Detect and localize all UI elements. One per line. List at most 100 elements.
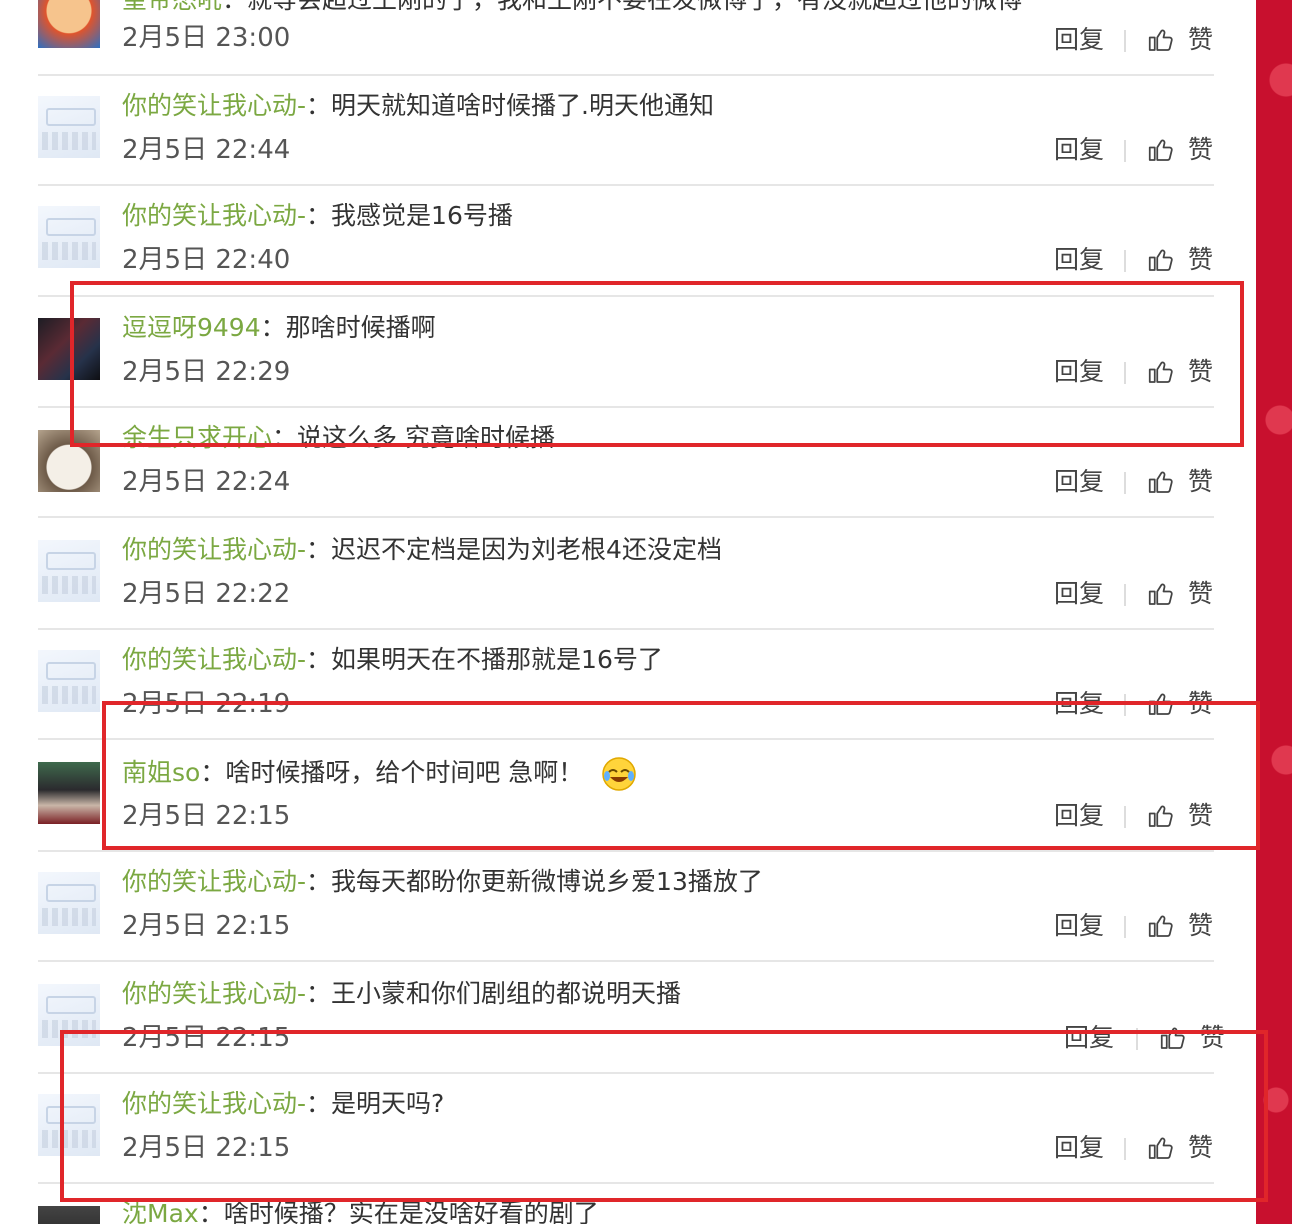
comment-text: 啥时候播呀，给个时间吧 急啊！ [225,758,584,787]
reply-button[interactable]: 回复 [1054,800,1104,832]
thumbs-up-icon [1148,805,1173,827]
girl-avatar[interactable] [38,762,100,824]
comment-username[interactable]: 你的笑让我心动- [122,979,306,1008]
like-label: 赞 [1188,801,1214,830]
comment-text: 啥时候播？实在是没啥好看的剧了 [223,1199,599,1224]
fan-avatar[interactable] [38,650,100,712]
reply-button[interactable]: 回复 [1054,134,1104,166]
reply-button[interactable]: 回复 [1054,910,1104,942]
comment-username[interactable]: 你的笑让我心动- [122,91,306,120]
like-button[interactable]: 赞 [1146,910,1213,942]
like-label: 赞 [1188,911,1214,940]
comment-time: 2月5日 22:24 [122,467,291,497]
cartoon-avatar[interactable] [38,0,100,48]
reply-button[interactable]: 回复 [1054,688,1104,720]
comment-text: 是明天吗? [331,1089,445,1118]
comment-time: 2月5日 22:19 [122,689,291,719]
like-button[interactable]: 赞 [1146,1132,1213,1164]
fan-avatar[interactable] [38,206,100,268]
comment-username[interactable]: 你的笑让我心动- [122,201,306,230]
divider [38,850,1214,852]
comment-text: 王小蒙和你们剧组的都说明天播 [331,979,682,1008]
divider [38,1072,1214,1074]
comment-text: 说这么多 究竟啥时候播 [297,423,555,452]
like-button[interactable]: 赞 [1146,24,1213,56]
comment-text: 我每天都盼你更新微博说乡爱13播放了 [331,867,763,896]
cat-avatar[interactable] [38,430,100,492]
fan-avatar[interactable] [38,1094,100,1156]
reply-button[interactable]: 回复 [1054,356,1104,388]
action-divider [1124,1138,1126,1160]
reply-button[interactable]: 回复 [1054,1132,1104,1164]
comment-time: 2月5日 22:15 [122,1023,291,1053]
action-divider [1124,916,1126,938]
fan-avatar[interactable] [38,540,100,602]
like-button[interactable]: 赞 [1158,1022,1225,1054]
divider [38,295,1214,297]
reply-button[interactable]: 回复 [1054,24,1104,56]
like-button[interactable]: 赞 [1146,466,1213,498]
divider [38,406,1214,408]
fan-avatar[interactable] [38,984,100,1046]
action-divider [1124,472,1126,494]
action-divider [1124,362,1126,384]
reply-button[interactable]: 回复 [1054,244,1104,276]
like-button[interactable]: 赞 [1146,356,1213,388]
comment-text: 就等会超过王刚的了，我和王刚不要在发微博了，有没就超过他的微博 [247,0,1022,14]
comment-time: 2月5日 22:15 [122,1133,291,1163]
action-divider [1124,694,1126,716]
comment-text: 我感觉是16号播 [331,201,513,230]
thumbs-up-icon [1148,139,1173,161]
divider [38,960,1214,962]
thumbs-up-icon [1148,361,1173,383]
reply-button[interactable]: 回复 [1064,1022,1114,1054]
comment-username[interactable]: 南姐so [122,758,200,787]
comment-text: 迟迟不定档是因为刘老根4还没定档 [331,535,722,564]
like-label: 赞 [1188,357,1214,386]
fan-avatar[interactable] [38,872,100,934]
like-button[interactable]: 赞 [1146,800,1213,832]
like-label: 赞 [1188,689,1214,718]
thumbs-up-icon [1148,693,1173,715]
thumbs-up-icon [1148,583,1173,605]
fan-avatar[interactable] [38,96,100,158]
comment-username[interactable]: 余生只求开心 [122,423,272,452]
action-divider [1124,140,1126,162]
laughing-crying-emoji-icon [602,757,636,791]
comment-username[interactable]: 你的笑让我心动- [122,535,306,564]
reply-button[interactable]: 回复 [1054,466,1104,498]
like-label: 赞 [1188,135,1214,164]
like-label: 赞 [1200,1023,1226,1052]
thumbs-up-icon [1148,249,1173,271]
like-button[interactable]: 赞 [1146,578,1213,610]
dim-avatar[interactable] [38,1206,100,1224]
like-label: 赞 [1188,1133,1214,1162]
thumbs-up-icon [1148,29,1173,51]
divider [38,738,1214,740]
page-background-decoration [1256,0,1292,1224]
reply-button[interactable]: 回复 [1054,578,1104,610]
divider [38,1182,1214,1184]
like-button[interactable]: 赞 [1146,134,1213,166]
comment-username[interactable]: 你的笑让我心动- [122,645,306,674]
like-button[interactable]: 赞 [1146,688,1213,720]
action-divider [1124,30,1126,52]
divider [38,516,1214,518]
divider [38,628,1214,630]
comment-username[interactable]: 皇帝怒吼 [122,0,222,14]
comment-username[interactable]: 你的笑让我心动- [122,1089,306,1118]
like-button[interactable]: 赞 [1146,244,1213,276]
comment-time: 2月5日 23:00 [122,23,291,53]
action-divider [1136,1028,1138,1050]
like-label: 赞 [1188,245,1214,274]
thumbs-up-icon [1148,471,1173,493]
comment-username[interactable]: 你的笑让我心动- [122,867,306,896]
like-label: 赞 [1188,467,1214,496]
thumbs-up-icon [1148,915,1173,937]
comment-username[interactable]: 逗逗呀9494 [122,313,261,342]
comment-username[interactable]: 沈Max [122,1199,199,1224]
comment-text: 明天就知道啥时候播了.明天他通知 [331,91,714,120]
comment-text: 如果明天在不播那就是16号了 [331,645,663,674]
action-divider [1124,806,1126,828]
dark-avatar[interactable] [38,318,100,380]
